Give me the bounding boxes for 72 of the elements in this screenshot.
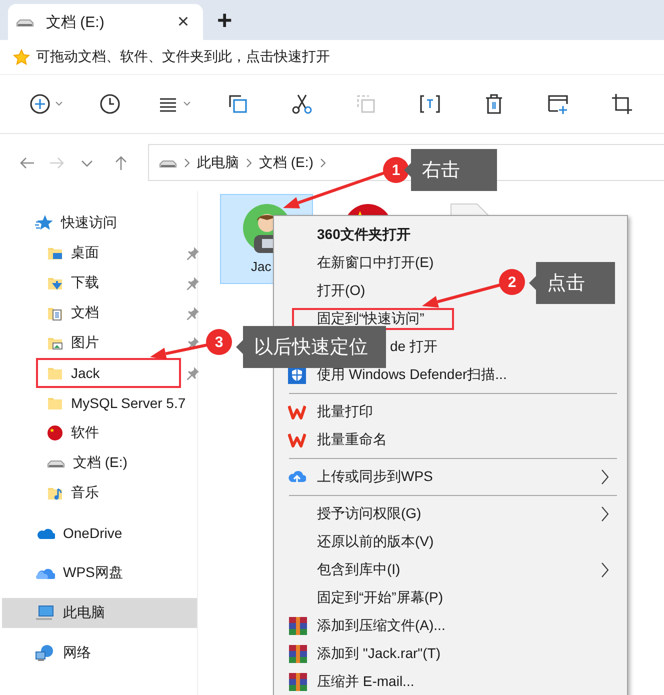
sidebar-item[interactable]: OneDrive bbox=[2, 518, 197, 548]
sidebar-item[interactable]: 文档 bbox=[36, 298, 181, 328]
callout-tooltip: 点击 bbox=[529, 262, 615, 304]
rename-icon bbox=[419, 93, 441, 115]
new-folder-icon bbox=[547, 93, 569, 115]
network-icon bbox=[35, 644, 55, 662]
download-folder-icon bbox=[47, 275, 63, 291]
cloud-icon bbox=[35, 526, 55, 540]
menu-item[interactable]: 还原以前的版本(V) bbox=[274, 528, 442, 556]
folder-icon bbox=[47, 365, 63, 381]
menu-item[interactable]: de 打开 bbox=[386, 333, 446, 361]
tab[interactable]: 文档 (E:) × bbox=[8, 4, 203, 40]
callout-tooltip: 以后快速定位 bbox=[236, 326, 386, 368]
arrow bbox=[150, 344, 208, 360]
new-tab-button[interactable]: + bbox=[213, 7, 236, 33]
caret-icon bbox=[183, 101, 191, 107]
menu-item[interactable]: 授予访问权限(G) bbox=[274, 500, 627, 528]
sidebar-item[interactable]: 软件 bbox=[36, 418, 181, 448]
step-badge: 1 bbox=[383, 157, 409, 183]
sidebar-item[interactable]: 快速访问 bbox=[2, 208, 197, 238]
sidebar-item[interactable]: 文档 (E:) bbox=[36, 448, 181, 478]
chevron-right-icon bbox=[183, 158, 191, 168]
music-folder-icon bbox=[47, 485, 63, 501]
clock-icon bbox=[99, 93, 121, 115]
caret-icon bbox=[55, 101, 63, 107]
step-badge: 3 bbox=[206, 329, 232, 355]
breadcrumb[interactable]: 此电脑 bbox=[197, 154, 239, 172]
sidebar-item[interactable]: 桌面 bbox=[36, 238, 181, 268]
menu-item[interactable]: 压缩并 E-mail... bbox=[274, 668, 422, 695]
desktop-folder-icon bbox=[47, 245, 63, 261]
up-arrow-icon[interactable] bbox=[113, 154, 129, 170]
flag-ball-icon bbox=[47, 425, 63, 441]
documents-folder-icon bbox=[47, 305, 63, 321]
sidebar-item[interactable]: 音乐 bbox=[36, 478, 181, 508]
computer-icon bbox=[35, 605, 55, 621]
callout-tooltip: 右击 bbox=[404, 149, 497, 191]
menu-item[interactable]: 添加到 "Jack.rar"(T) bbox=[274, 640, 448, 668]
scissors-icon bbox=[291, 93, 313, 115]
menu-item[interactable]: 固定到“开始”屏幕(P) bbox=[274, 584, 451, 612]
menu-item[interactable]: 批量重命名 bbox=[274, 426, 395, 454]
close-tab-button[interactable]: × bbox=[173, 10, 193, 34]
sidebar-item[interactable]: 网络 bbox=[2, 638, 197, 668]
archive-books-icon bbox=[288, 672, 308, 692]
star-icon bbox=[35, 214, 53, 232]
paste-icon bbox=[355, 93, 377, 115]
archive-books-icon bbox=[288, 644, 308, 664]
cloud-icon bbox=[35, 566, 55, 580]
copy-icon bbox=[227, 93, 249, 115]
menu-item[interactable]: 包含到库中(I) bbox=[274, 556, 627, 584]
cloud-upload-icon bbox=[288, 469, 306, 485]
menu-item[interactable]: 批量打印 bbox=[274, 398, 381, 426]
archive-books-icon bbox=[288, 616, 308, 636]
folder-icon bbox=[47, 395, 63, 411]
sidebar-item[interactable]: WPS网盘 bbox=[2, 558, 197, 588]
chevron-right-icon bbox=[245, 158, 253, 168]
wps-logo-icon bbox=[288, 432, 306, 448]
sidebar-item[interactable]: 图片 bbox=[36, 328, 181, 358]
favorites-hint: 可拖动文档、软件、文件夹到此，点击快速打开 bbox=[36, 48, 330, 66]
crop-icon bbox=[611, 93, 633, 115]
menu-item[interactable]: 上传或同步到WPS bbox=[274, 463, 627, 491]
back-arrow-icon[interactable] bbox=[19, 154, 35, 170]
add-icon bbox=[29, 93, 51, 115]
breadcrumb[interactable]: 文档 (E:) bbox=[259, 154, 314, 172]
sidebar-item[interactable]: 此电脑 bbox=[2, 598, 197, 628]
chevron-right-icon bbox=[319, 158, 328, 168]
star-icon bbox=[13, 48, 30, 66]
sidebar-item[interactable]: Jack bbox=[36, 358, 181, 388]
trash-icon bbox=[483, 93, 505, 115]
menu-item[interactable]: 添加到压缩文件(A)... bbox=[274, 612, 454, 640]
wps-logo-icon bbox=[288, 404, 306, 420]
pictures-folder-icon bbox=[47, 335, 63, 351]
sidebar-item[interactable]: 下载 bbox=[36, 268, 181, 298]
